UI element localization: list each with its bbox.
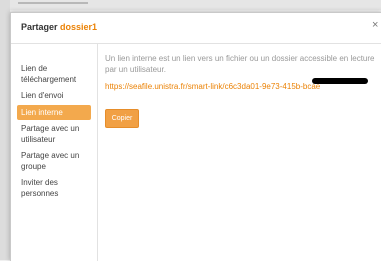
nav-item-share-group[interactable]: Partage avec un groupe: [17, 148, 91, 174]
share-type-nav: Lien de téléchargement Lien d'envoi Lien…: [11, 44, 98, 261]
dialog-header: Partager dossier1 ×: [11, 13, 381, 44]
dialog-title: Partager dossier1: [21, 22, 97, 32]
internal-link-description: Un lien interne est un lien vers un fich…: [105, 54, 375, 74]
shared-item-name: dossier1: [60, 22, 98, 32]
redaction-mark: [312, 78, 368, 84]
background-edge: [0, 0, 10, 260]
background-text-fragment: [18, 2, 88, 4]
background-page: [0, 0, 381, 10]
internal-link-panel: Un lien interne est un lien vers un fich…: [105, 53, 380, 128]
nav-item-share-user[interactable]: Partage avec un utilisateur: [17, 121, 91, 147]
share-dialog: Partager dossier1 × Lien de téléchargeme…: [10, 12, 381, 261]
nav-item-internal-link[interactable]: Lien interne: [17, 105, 91, 120]
internal-link-row: https://seafile.unistra.fr/smart-link/c6…: [105, 76, 380, 91]
close-icon[interactable]: ×: [372, 20, 378, 31]
internal-link-url[interactable]: https://seafile.unistra.fr/smart-link/c6…: [105, 82, 320, 91]
dialog-title-prefix: Partager: [21, 22, 58, 32]
nav-item-invite-people[interactable]: Inviter des personnes: [17, 175, 91, 201]
nav-item-download-link[interactable]: Lien de téléchargement: [17, 61, 91, 87]
copy-button[interactable]: Copier: [105, 109, 139, 128]
nav-item-upload-link[interactable]: Lien d'envoi: [17, 88, 91, 103]
